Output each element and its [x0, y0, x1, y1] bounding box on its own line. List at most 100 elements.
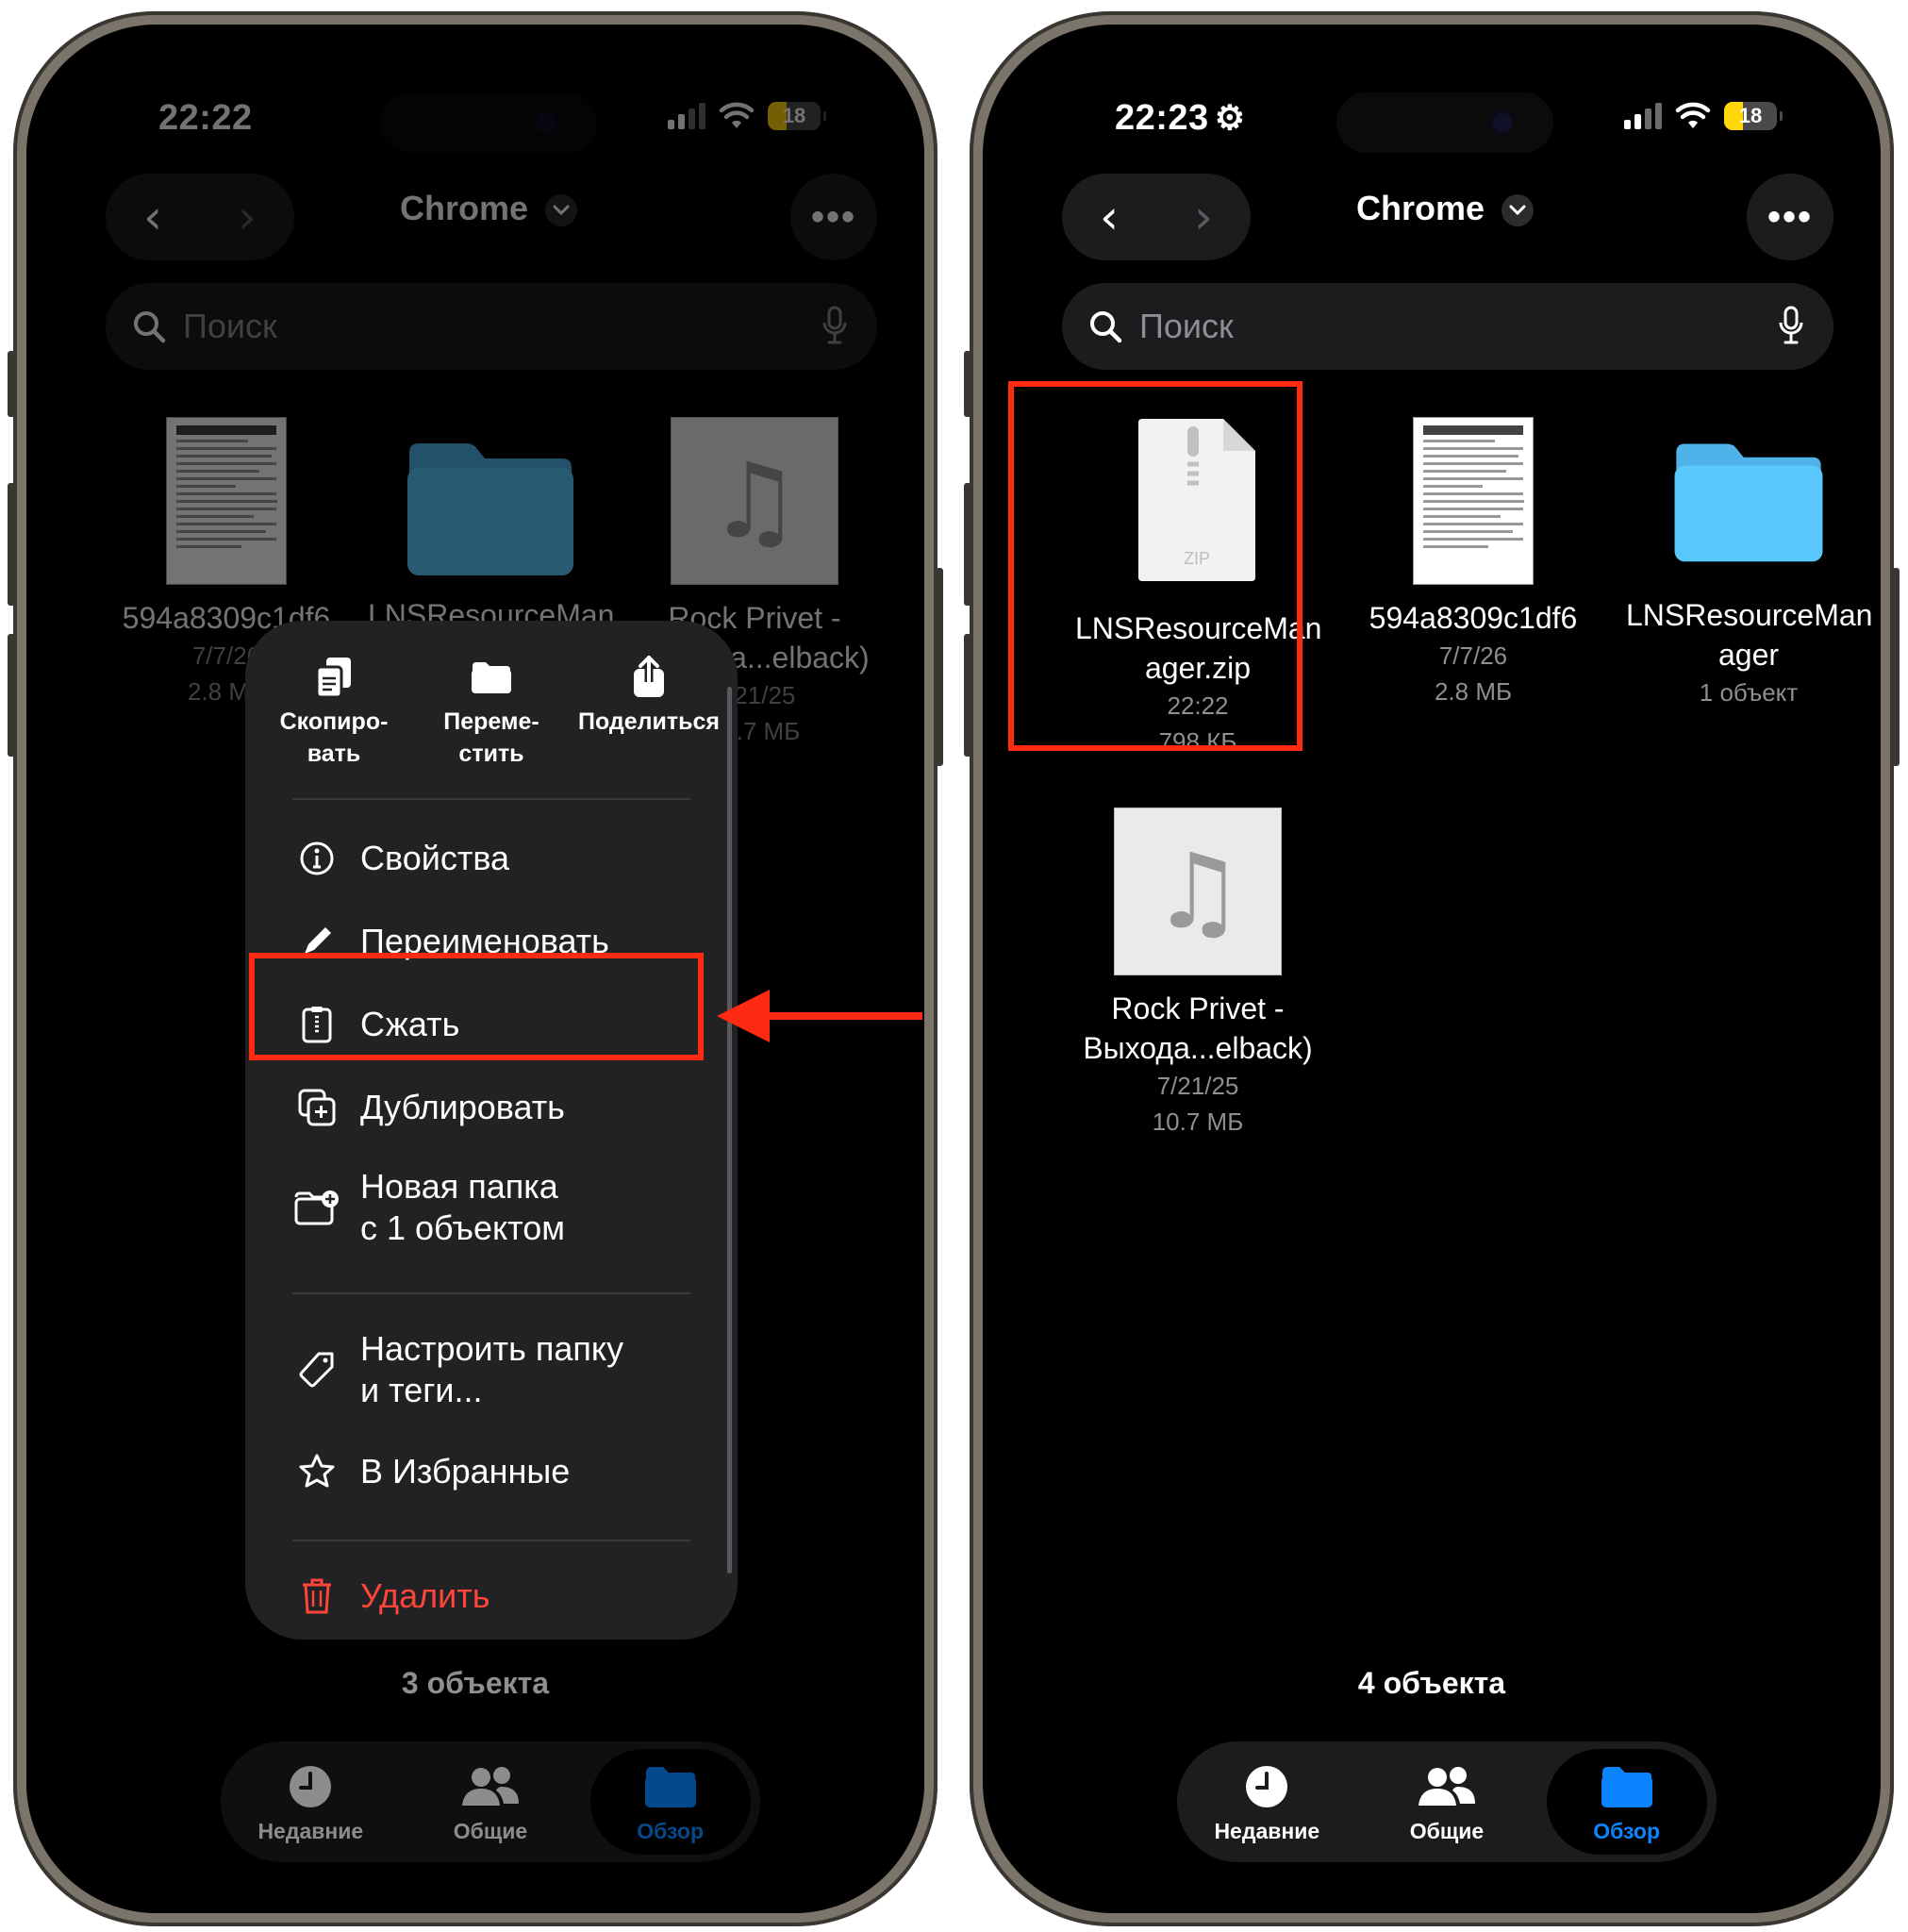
menu-item-duplicate[interactable]: Дублировать — [292, 1087, 719, 1128]
battery-icon: 18 — [768, 102, 826, 130]
file-item-audio[interactable]: ♫ Rock Privet - Выхода...elback) 7/21/25… — [1075, 808, 1320, 1140]
file-name: LNSResourceMan — [1075, 611, 1322, 645]
file-item-count: 1 объект — [1699, 678, 1799, 707]
status-icons: 18 — [1624, 102, 1783, 130]
menu-item-new-folder[interactable]: Новая папка с 1 объектом — [292, 1166, 719, 1249]
file-size: 798 КБ — [1158, 727, 1237, 756]
camera-icon — [1493, 113, 1512, 132]
tab-bar: Недавние Общие Обзор — [1177, 1741, 1717, 1862]
microphone-icon[interactable] — [822, 306, 847, 345]
search-placeholder: Поиск — [1139, 307, 1234, 345]
item-count: 4 объекта — [1357, 1666, 1506, 1700]
more-options-button[interactable]: ••• — [790, 174, 877, 260]
tab-browse[interactable]: Обзор — [589, 1749, 751, 1855]
chevron-down-icon[interactable] — [1502, 194, 1535, 227]
quick-actions: Скопиро- вать Переме- стить Поделиться — [245, 649, 738, 770]
phone-frame-left: 22:22 18 ‹ › Chrome ••• Поиск 594a8309c1… — [8, 11, 943, 1926]
menu-item-label: Свойства — [360, 839, 510, 877]
file-name: Rock Privet - — [1111, 991, 1285, 1025]
move-button[interactable]: Переме- стить — [416, 649, 567, 770]
tab-browse[interactable]: Обзор — [1546, 1749, 1707, 1855]
phone-frame-right: 22:23 ⚙ 18 ‹ › Chrome ••• Поиск ZIP LNSR… — [964, 11, 1900, 1926]
folder-title-label: Chrome — [1355, 189, 1485, 227]
microphone-icon[interactable] — [1779, 306, 1803, 345]
status-time: 22:23 ⚙ — [1115, 98, 1245, 139]
volume-down-button — [8, 634, 15, 757]
back-chevron-icon[interactable]: ‹ — [143, 193, 162, 241]
status-icons: 18 — [668, 102, 826, 130]
tab-label: Недавние — [257, 1818, 364, 1843]
copy-button[interactable]: Скопиро- вать — [258, 649, 409, 770]
clock-icon — [1246, 1765, 1288, 1807]
screen-left: 22:22 18 ‹ › Chrome ••• Поиск 594a8309c1… — [26, 25, 924, 1913]
folder-icon — [1601, 1766, 1652, 1807]
search-icon — [1090, 311, 1122, 343]
menu-item-delete[interactable]: Удалить — [292, 1575, 719, 1617]
chevron-down-icon[interactable] — [545, 194, 578, 227]
share-button[interactable]: Поделиться — [573, 649, 724, 770]
file-name-line2: ager.zip — [1144, 651, 1252, 685]
menu-item-label: Переименовать — [360, 922, 609, 960]
tab-label: Обзор — [637, 1818, 705, 1843]
side-button — [1892, 568, 1900, 766]
copy-label: Скопиро- — [279, 708, 389, 735]
more-options-button[interactable]: ••• — [1747, 174, 1833, 260]
copy-icon — [315, 658, 351, 699]
file-name: 594a8309c1df6 — [1369, 601, 1578, 635]
file-date: 22:22 — [1167, 691, 1229, 720]
forward-chevron-icon[interactable]: › — [1194, 193, 1213, 241]
menu-item-properties[interactable]: Свойства — [292, 838, 719, 879]
folder-title[interactable]: Chrome — [1266, 189, 1624, 228]
search-field[interactable]: Поиск — [106, 283, 877, 370]
menu-divider — [292, 798, 690, 800]
file-item-folder[interactable]: LNSResourceMan ager 1 объект — [1626, 417, 1873, 710]
context-menu: Скопиро- вать Переме- стить Поделиться С… — [245, 621, 738, 1640]
battery-level: 18 — [782, 104, 806, 127]
navigation-pill[interactable]: ‹ › — [1062, 174, 1251, 260]
navigation-pill[interactable]: ‹ › — [106, 174, 294, 260]
menu-item-label: В Избранные — [360, 1452, 571, 1491]
folder-title[interactable]: Chrome — [309, 189, 668, 228]
file-item-zip[interactable]: ZIP LNSResourceMan ager.zip 22:22 798 КБ — [1075, 417, 1322, 759]
file-item-document[interactable]: 594a8309c1df6 7/7/26 2.8 МБ — [1351, 417, 1596, 709]
menu-item-rename[interactable]: Переименовать — [292, 921, 719, 962]
menu-divider — [292, 1292, 690, 1294]
battery-icon: 18 — [1724, 102, 1783, 130]
move-label: Переме- — [443, 708, 539, 735]
pointer-arrow-icon — [717, 990, 922, 1042]
menu-item-tags[interactable]: Настроить папку и теги... — [292, 1328, 719, 1411]
menu-item-label: Настроить папку — [360, 1329, 624, 1368]
file-name-line2: Выхода...elback) — [1083, 1031, 1313, 1065]
file-date: 7/21/25 — [1156, 1072, 1239, 1100]
dynamic-island — [380, 92, 597, 153]
menu-scrollbar[interactable] — [727, 687, 732, 1574]
folder-icon — [407, 443, 573, 575]
copy-label-line2: вать — [307, 741, 361, 767]
status-time-value: 22:23 — [1115, 98, 1209, 138]
menu-item-favorites[interactable]: В Избранные — [292, 1451, 719, 1492]
tab-shared[interactable]: Общие — [410, 1749, 571, 1855]
menu-item-label: Удалить — [360, 1576, 490, 1615]
volume-down-button — [964, 634, 971, 757]
battery-level: 18 — [1738, 104, 1763, 127]
file-item-folder[interactable]: LNSResourceMan — [368, 417, 614, 635]
folder-title-label: Chrome — [399, 189, 528, 227]
wifi-icon — [719, 102, 755, 128]
file-name: LNSResourceMan — [1626, 598, 1873, 632]
archive-icon — [302, 1007, 332, 1043]
screen-right: 22:23 ⚙ 18 ‹ › Chrome ••• Поиск ZIP LNSR… — [983, 25, 1881, 1913]
music-icon: ♫ — [671, 417, 838, 585]
menu-item-label: Новая папка — [360, 1167, 558, 1206]
new-folder-icon — [294, 1191, 339, 1225]
tab-recents[interactable]: Недавние — [1186, 1749, 1347, 1855]
search-field[interactable]: Поиск — [1062, 283, 1833, 370]
volume-up-button — [964, 483, 971, 606]
forward-chevron-icon[interactable]: › — [238, 193, 257, 241]
menu-item-compress[interactable]: Сжать — [292, 1004, 719, 1045]
back-chevron-icon[interactable]: ‹ — [1100, 193, 1119, 241]
zip-icon: ZIP — [1138, 419, 1255, 581]
tab-shared[interactable]: Общие — [1367, 1749, 1527, 1855]
tab-recents[interactable]: Недавние — [230, 1749, 390, 1855]
item-count: 3 объекта — [401, 1666, 550, 1700]
duplicate-icon — [298, 1089, 336, 1126]
